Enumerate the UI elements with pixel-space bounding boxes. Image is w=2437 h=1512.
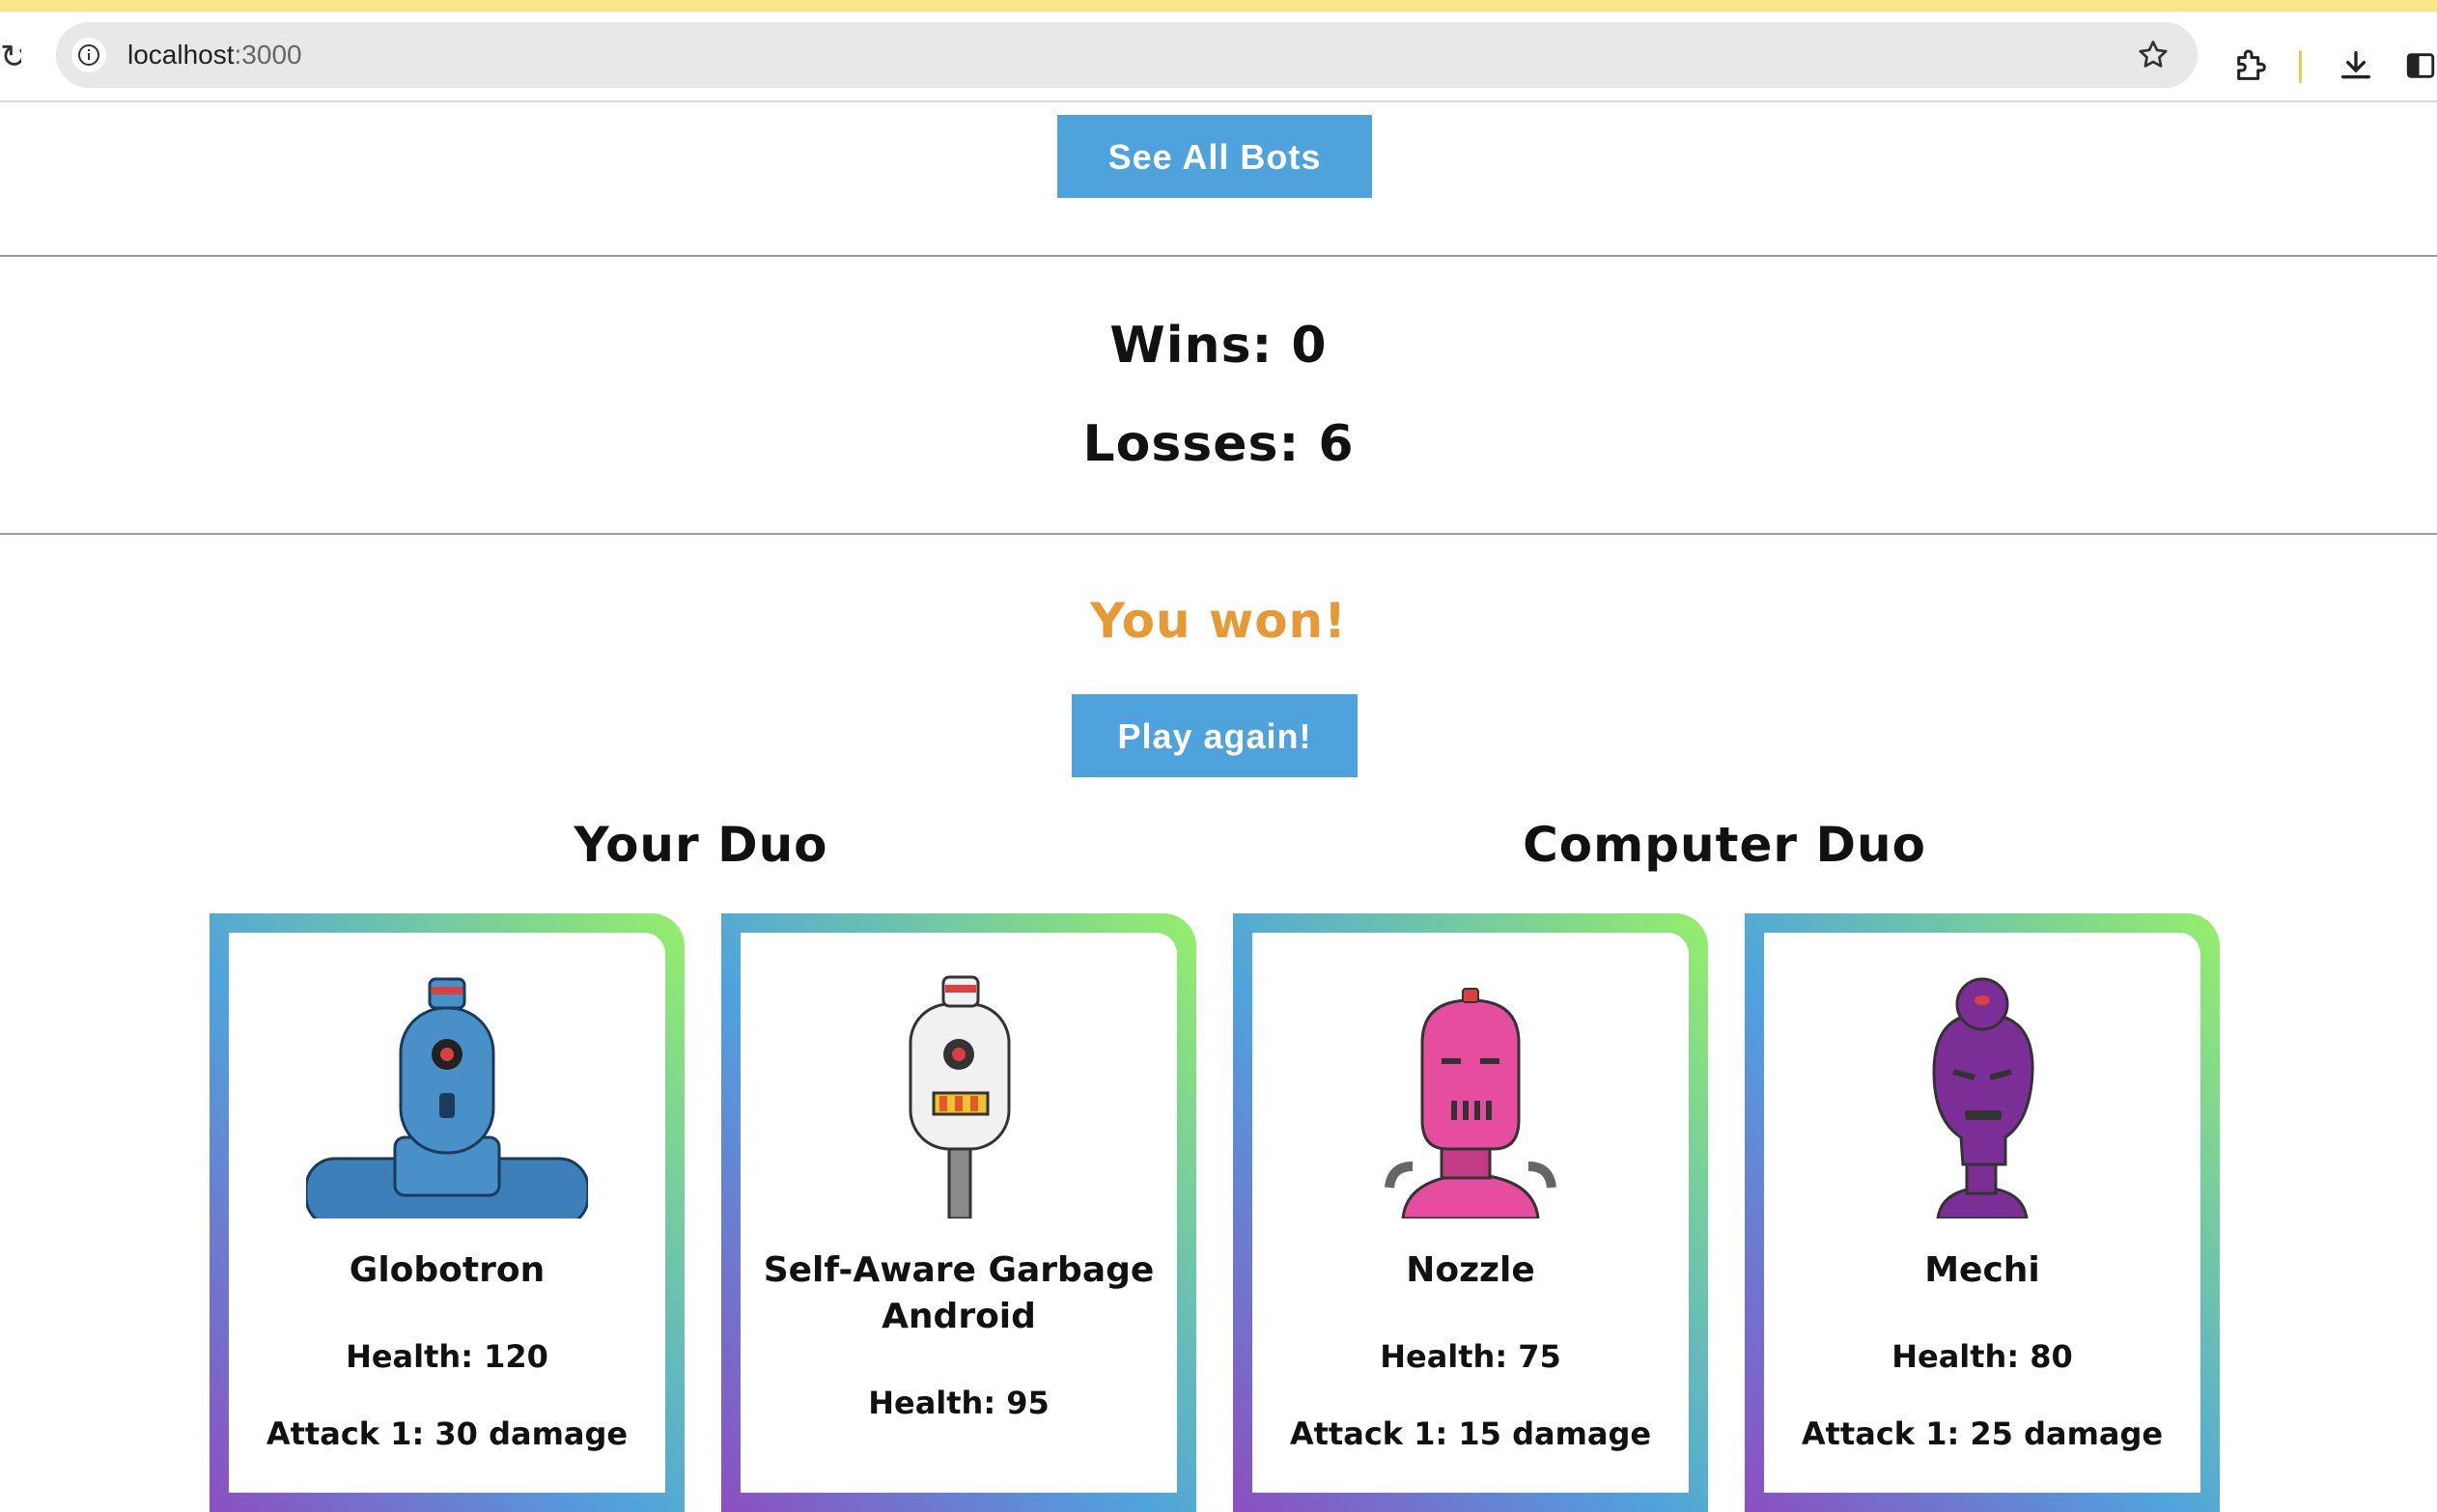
your-duo-title: Your Duo [574,817,828,873]
bot-card-globotron[interactable]: Globotron Health: 120 Attack 1: 30 damag… [210,913,685,1512]
url-port: :3000 [234,40,302,70]
tab-strip-accent-right [2369,0,2437,12]
bot-card-nozzle[interactable]: Nozzle Health: 75 Attack 1: 15 damage [1233,913,1708,1512]
browser-toolbar: ↻ localhost:3000 [0,12,2437,102]
bot-health: Health: 95 [868,1385,1050,1421]
globotron-robot-image [306,977,588,1218]
url-text[interactable]: localhost:3000 [127,38,302,72]
bot-card-self-aware-garbage-android[interactable]: Self-Aware Garbage Android Health: 95 [721,913,1196,1512]
url-host: localhost [127,40,235,70]
bot-attack: Attack 1: 25 damage [1801,1415,2164,1452]
bookmark-star-icon[interactable] [2136,38,2171,72]
reload-icon[interactable]: ↻ [0,41,21,73]
site-info-icon[interactable] [71,38,106,72]
bot-card-body: Globotron Health: 120 Attack 1: 30 damag… [229,933,665,1493]
address-bar[interactable]: localhost:3000 [56,22,2198,88]
bot-name: Self-Aware Garbage Android [763,1250,1155,1336]
bot-health: Health: 80 [1891,1338,2073,1375]
bot-card-body: Self-Aware Garbage Android Health: 95 [741,933,1177,1493]
play-again-button[interactable]: Play again! [1072,694,1358,777]
bot-name: Mechi [1924,1250,2040,1290]
game-page: See All Bots Wins: 0 Losses: 6 You won! … [0,102,2437,1512]
bot-card-body: Mechi Health: 80 Attack 1: 25 damage [1764,933,2200,1493]
computer-duo-title: Computer Duo [1523,817,1926,873]
mechi-robot-image [1932,977,2034,1218]
result-message: You won! [1090,593,1347,649]
bot-name: Nozzle [1406,1250,1535,1290]
bot-health: Health: 75 [1380,1338,1561,1375]
extensions-icon[interactable] [2232,46,2271,85]
losses-count: Losses: 6 [1082,415,1355,473]
bot-health: Health: 120 [346,1338,548,1375]
bot-card-mechi[interactable]: Mechi Health: 80 Attack 1: 25 damage [1745,913,2220,1512]
section-divider [0,533,2437,535]
bot-attack: Attack 1: 30 damage [266,1415,629,1452]
bot-name: Globotron [349,1250,546,1290]
garbage-android-robot-image [909,975,1011,1218]
wins-count: Wins: 0 [1109,317,1328,375]
download-icon[interactable] [2337,46,2375,85]
section-divider [0,255,2437,257]
toolbar-divider [2299,50,2302,83]
tab-strip-accent [0,0,2437,12]
see-all-bots-button[interactable]: See All Bots [1057,115,1372,198]
bot-attack: Attack 1: 15 damage [1289,1415,1652,1452]
nozzle-robot-image [1385,988,1556,1218]
bot-card-body: Nozzle Health: 75 Attack 1: 15 damage [1252,933,1689,1493]
side-panel-icon[interactable] [2404,48,2437,83]
